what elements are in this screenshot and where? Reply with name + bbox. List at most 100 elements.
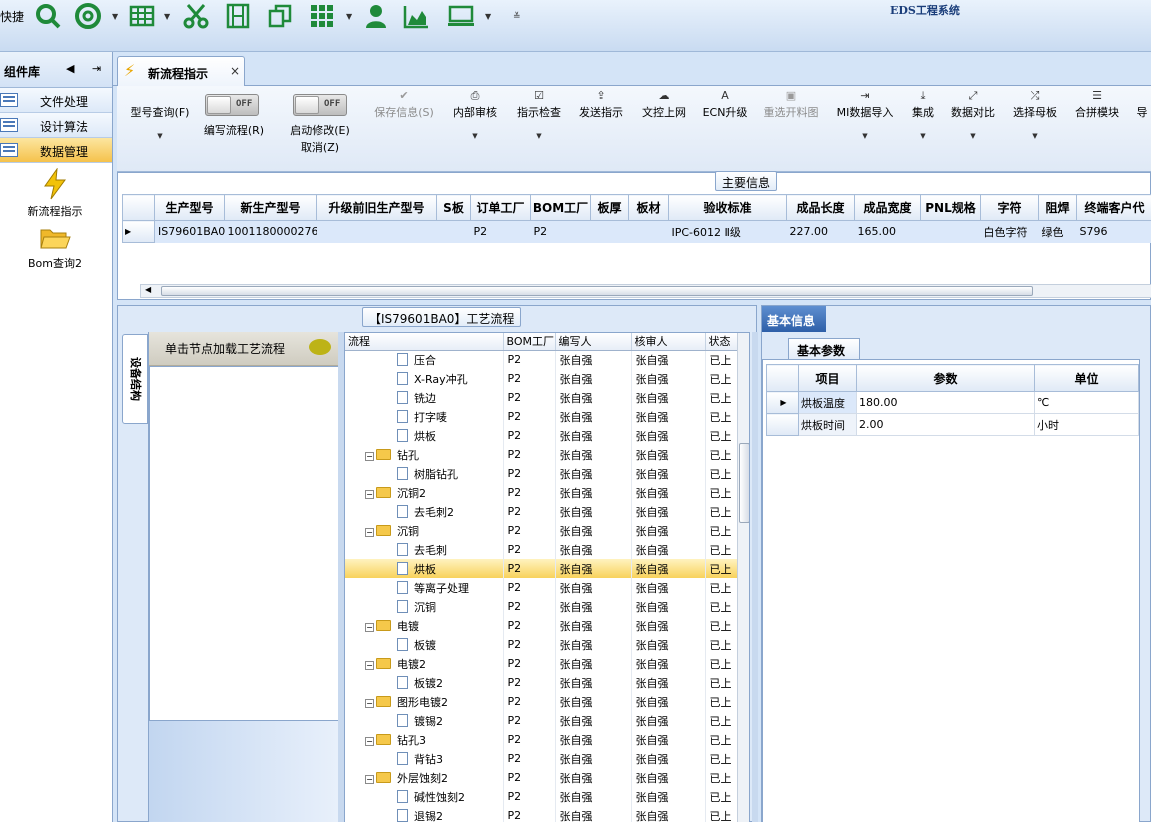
tree-node-row[interactable]: 烘板 P2 张自强 张自强 已上: [345, 559, 738, 578]
tree-node-row[interactable]: 树脂钻孔 P2 张自强 张自强 已上: [345, 464, 738, 483]
tree-node[interactable]: − 电镀2: [345, 654, 504, 673]
dropdown-arrow-icon[interactable]: ▼: [164, 12, 170, 21]
tree-folder-row[interactable]: − 钻孔3 P2 张自强 张自强 已上: [345, 730, 738, 749]
collapse-icon[interactable]: −: [365, 527, 374, 537]
model-query-button[interactable]: 型号查询(F) ▼: [121, 86, 199, 172]
tree-node-row[interactable]: 背钻3 P2 张自强 张自强 已上: [345, 749, 738, 768]
collapse-icon[interactable]: −: [365, 736, 374, 746]
grid-cell[interactable]: [316, 220, 437, 243]
grid-cell[interactable]: [920, 220, 981, 243]
tree-node[interactable]: 板镀: [345, 635, 504, 654]
grid-cell[interactable]: 白色字符: [980, 220, 1039, 243]
column-header[interactable]: 验收标准: [668, 194, 787, 221]
tree-node[interactable]: 去毛刺: [345, 540, 504, 559]
table-row[interactable]: ▶ IS79601BA0 10011800002762 P2 P2 IPC-6012 Ⅱ…: [122, 220, 1151, 243]
grid-cell[interactable]: S796: [1076, 220, 1151, 243]
horizontal-scrollbar[interactable]: ◀: [140, 284, 1151, 298]
tree-node[interactable]: 打字唛: [345, 407, 504, 426]
process-flow-tree[interactable]: 流程 BOM工厂 编写人 核审人 状态 压合 P2 张自强 张自强 已上 X-Ray冲孔 P2 张自强…: [344, 332, 750, 822]
column-header[interactable]: 单位: [1034, 364, 1139, 392]
tree-node[interactable]: X-Ray冲孔: [345, 369, 504, 388]
start-modify-toggle[interactable]: OFF: [293, 94, 347, 116]
dropdown-arrow-icon[interactable]: ▼: [449, 132, 501, 140]
grid-cell[interactable]: 165.00: [854, 220, 921, 243]
tree-node-row[interactable]: 打字唛 P2 张自强 张自强 已上: [345, 407, 738, 426]
tree-node[interactable]: − 沉铜: [345, 521, 504, 540]
customize-icon[interactable]: ≚: [513, 12, 521, 22]
bom-query-launcher[interactable]: Bom查询2: [5, 226, 105, 271]
dropdown-arrow-icon[interactable]: ▼: [905, 132, 941, 140]
internal-review-button[interactable]: ⎙ 内部审核 ▼: [449, 86, 501, 172]
tree-node[interactable]: 退锡2: [345, 806, 504, 822]
sidebar-item-file-processing[interactable]: 文件处理: [0, 88, 112, 113]
dropdown-arrow-icon[interactable]: ▼: [346, 12, 352, 21]
grid-cell[interactable]: [590, 220, 629, 243]
tree-folder-row[interactable]: − 沉铜2 P2 张自强 张自强 已上: [345, 483, 738, 502]
data-compare-button[interactable]: ⤢ 数据对比 ▼: [947, 86, 999, 172]
column-header[interactable]: 新生产型号: [224, 194, 317, 221]
new-flow-instruction-launcher[interactable]: 新流程指示: [5, 167, 105, 219]
tree-node[interactable]: 镀锡2: [345, 711, 504, 730]
dropdown-arrow-icon[interactable]: ▼: [1009, 132, 1061, 140]
tree-node[interactable]: 去毛刺2: [345, 502, 504, 521]
tree-node-row[interactable]: 碱性蚀刻2 P2 张自强 张自强 已上: [345, 787, 738, 806]
tree-node[interactable]: 压合: [345, 350, 504, 369]
column-header[interactable]: 项目: [798, 364, 857, 392]
column-header[interactable]: 订单工厂: [470, 194, 531, 221]
column-header[interactable]: 生产型号: [154, 194, 225, 221]
tree-node[interactable]: − 沉铜2: [345, 483, 504, 502]
tree-folder-row[interactable]: − 钻孔 P2 张自强 张自强 已上: [345, 445, 738, 464]
tree-folder-row[interactable]: − 外层蚀刻2 P2 张自强 张自强 已上: [345, 768, 738, 787]
merge-module-button[interactable]: ☰ 合拼模块: [1071, 86, 1123, 172]
pin-icon[interactable]: ⇥: [92, 62, 101, 75]
collapse-left-icon[interactable]: ◀: [66, 62, 74, 75]
tree-node[interactable]: 等离子处理: [345, 578, 504, 597]
tree-node-row[interactable]: 板镀2 P2 张自强 张自强 已上: [345, 673, 738, 692]
grid-cell[interactable]: 绿色: [1038, 220, 1077, 243]
ecn-upgrade-button[interactable]: A ECN升级: [701, 86, 749, 172]
tree-node-row[interactable]: 去毛刺2 P2 张自强 张自强 已上: [345, 502, 738, 521]
mi-data-import-button[interactable]: ⇥ MI数据导入 ▼: [833, 86, 897, 172]
column-header[interactable]: S板: [436, 194, 471, 221]
column-header[interactable]: 参数: [856, 364, 1035, 392]
tree-node-row[interactable]: 退锡2 P2 张自强 张自强 已上: [345, 806, 738, 822]
monitor-icon[interactable]: [447, 2, 475, 30]
tree-node[interactable]: 树脂钻孔: [345, 464, 504, 483]
column-header[interactable]: 编写人: [555, 333, 632, 351]
tree-node[interactable]: 板镀2: [345, 673, 504, 692]
reselect-cutting-chart-button[interactable]: ▣ 重选开料图: [759, 86, 823, 172]
tree-node[interactable]: − 钻孔3: [345, 730, 504, 749]
tree-node-row[interactable]: X-Ray冲孔 P2 张自强 张自强 已上: [345, 369, 738, 388]
load-flow-hint-bar[interactable]: 单击节点加载工艺流程: [149, 332, 339, 366]
tree-folder-row[interactable]: − 电镀 P2 张自强 张自强 已上: [345, 616, 738, 635]
tab-basic-parameters[interactable]: 基本参数: [788, 338, 860, 359]
structure-list[interactable]: [149, 366, 339, 721]
grid-cell[interactable]: P2: [470, 220, 531, 243]
scroll-left-icon[interactable]: ◀: [145, 285, 151, 294]
tree-node-row[interactable]: 等离子处理 P2 张自强 张自强 已上: [345, 578, 738, 597]
tree-node-row[interactable]: 压合 P2 张自强 张自强 已上: [345, 350, 738, 369]
tree-node[interactable]: 烘板: [345, 559, 504, 578]
collapse-icon[interactable]: −: [365, 489, 374, 499]
column-header[interactable]: 流程: [345, 333, 504, 351]
tree-folder-row[interactable]: − 沉铜 P2 张自强 张自强 已上: [345, 521, 738, 540]
grid-cell[interactable]: [436, 220, 471, 243]
dropdown-arrow-icon[interactable]: ▼: [833, 132, 897, 140]
column-header[interactable]: 成品宽度: [854, 194, 921, 221]
send-instruction-button[interactable]: ⇪ 发送指示: [575, 86, 627, 172]
param-value[interactable]: 180.00: [856, 391, 1035, 414]
scrollbar-thumb[interactable]: [739, 443, 749, 523]
sidebar-item-data-management[interactable]: 数据管理: [0, 138, 112, 163]
tree-node[interactable]: − 钻孔: [345, 445, 504, 464]
instruction-check-button[interactable]: ☑ 指示检查 ▼: [513, 86, 565, 172]
scissors-icon[interactable]: [182, 2, 210, 30]
tree-node-row[interactable]: 镀锡2 P2 张自强 张自强 已上: [345, 711, 738, 730]
grid-cell[interactable]: [628, 220, 669, 243]
tab-new-flow-instruction[interactable]: ⚡ 新流程指示 ×: [117, 56, 245, 87]
column-header[interactable]: 字符: [980, 194, 1039, 221]
dropdown-arrow-icon[interactable]: ▼: [112, 12, 118, 21]
column-header[interactable]: 板厚: [590, 194, 629, 221]
dropdown-arrow-icon[interactable]: ▼: [513, 132, 565, 140]
column-header[interactable]: 状态: [705, 333, 738, 351]
tree-node[interactable]: 背钻3: [345, 749, 504, 768]
